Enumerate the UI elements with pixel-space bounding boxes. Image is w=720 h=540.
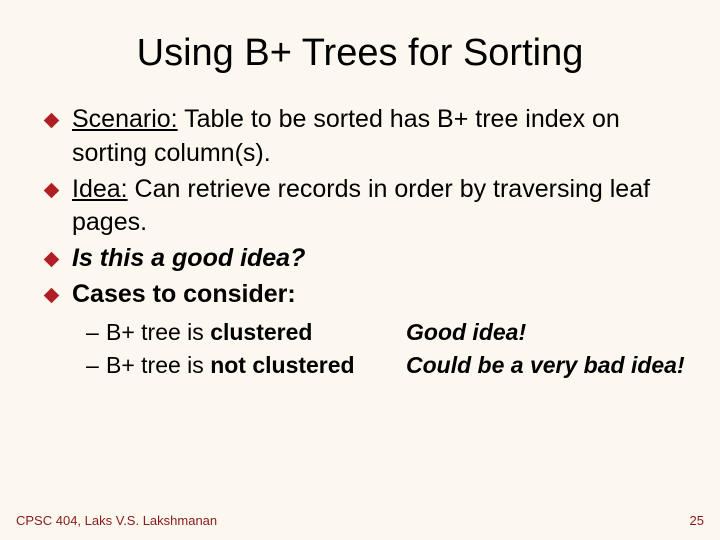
bullet-item: Scenario: Table to be sorted has B+ tree… <box>46 103 692 171</box>
bullet-item: Cases to consider: <box>46 278 692 312</box>
sub-left: B+ tree is not clustered <box>106 349 406 382</box>
bullet-body: Can retrieve records in order by travers… <box>72 175 650 237</box>
bullet-prefix: Scenario: <box>72 105 178 133</box>
sub-item: – B+ tree is not clustered Could be a ve… <box>86 349 692 382</box>
sub-left: B+ tree is clustered <box>106 316 406 349</box>
dash-icon: – <box>86 349 106 382</box>
footer: CPSC 404, Laks V.S. Lakshmanan 25 <box>16 513 704 528</box>
sub-right: Good idea! <box>406 316 692 349</box>
sub-left-em: clustered <box>210 319 312 345</box>
slide-title: Using B+ Trees for Sorting <box>28 32 692 75</box>
bullet-text: Scenario: Table to be sorted has B+ tree… <box>72 105 620 167</box>
slide: Using B+ Trees for Sorting Scenario: Tab… <box>0 0 720 540</box>
footer-left: CPSC 404, Laks V.S. Lakshmanan <box>16 513 217 528</box>
bullet-text: Is this a good idea? <box>72 244 305 272</box>
bullet-prefix: Idea: <box>72 175 128 203</box>
bullet-icon <box>44 113 60 129</box>
sub-list: – B+ tree is clustered Good idea! – B+ t… <box>28 316 692 383</box>
dash-icon: – <box>86 316 106 349</box>
bullet-list: Scenario: Table to be sorted has B+ tree… <box>28 103 692 312</box>
sub-left-pre: B+ tree is <box>106 319 210 345</box>
bullet-item: Idea: Can retrieve records in order by t… <box>46 173 692 241</box>
sub-left-em: not clustered <box>210 352 354 378</box>
bullet-icon <box>44 252 60 268</box>
sub-left-pre: B+ tree is <box>106 352 210 378</box>
sub-right: Could be a very bad idea! <box>406 349 692 382</box>
sub-item: – B+ tree is clustered Good idea! <box>86 316 692 349</box>
bullet-text: Cases to consider: <box>72 280 296 308</box>
bullet-icon <box>44 182 60 198</box>
page-number: 25 <box>690 513 704 528</box>
bullet-item: Is this a good idea? <box>46 242 692 276</box>
bullet-icon <box>44 287 60 303</box>
bullet-text: Idea: Can retrieve records in order by t… <box>72 175 650 237</box>
